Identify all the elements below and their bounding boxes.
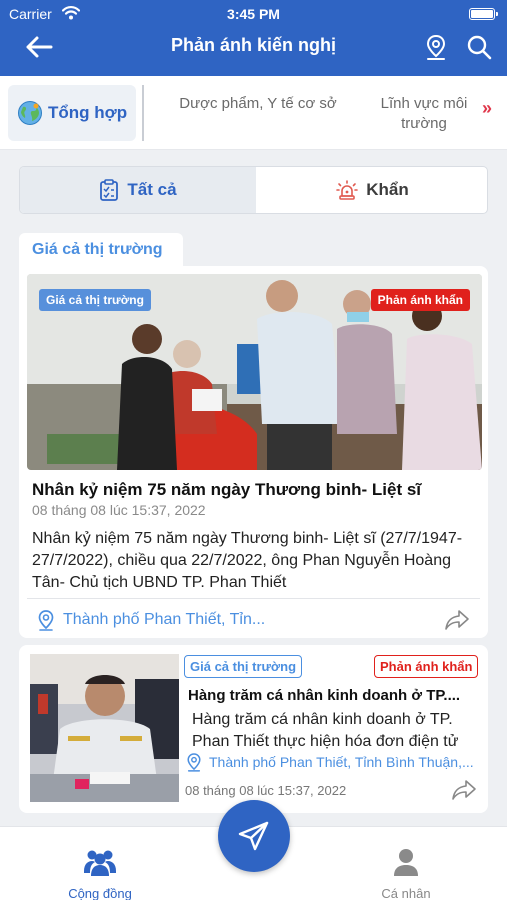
post-location-text: Thành phố Phan Thiết, Tỉn... (63, 611, 266, 628)
card-divider (27, 598, 480, 599)
category-tab-health[interactable]: Dược phẩm, Y tế cơ sở (178, 94, 338, 114)
post-card[interactable]: Giá cả thị trường Phản ánh khẩn Nhân kỷ … (19, 266, 488, 638)
tab-community-label: Cộng đồng (68, 886, 132, 900)
send-report-button[interactable] (218, 800, 290, 872)
tab-profile-label: Cá nhân (381, 886, 431, 900)
status-bar: Carrier 3:45 PM (0, 5, 507, 23)
post-card[interactable]: Giá cả thị trường Phản ánh khẩn Hàng tră… (19, 645, 488, 813)
category-badge: Giá cả thị trường (184, 655, 303, 678)
community-icon (84, 850, 116, 876)
post-photo (30, 654, 179, 802)
post-location-text: Thành phố Phan Thiết, Tỉnh Bình Thuận,..… (209, 754, 474, 770)
battery-icon (469, 8, 498, 20)
alarm-light-icon (336, 180, 359, 200)
category-label-overview: Tổng hợp (48, 103, 128, 122)
post-date: 08 tháng 08 lúc 15:37, 2022 (185, 783, 347, 798)
section-tab-market-price[interactable]: Giá cả thị trường (19, 233, 183, 267)
location-pin-icon (187, 753, 201, 772)
share-icon[interactable] (444, 609, 470, 631)
post-title[interactable]: Nhân kỷ niệm 75 năm ngày Thương binh- Li… (32, 480, 482, 500)
filter-segment: Tất cả Khẩn (19, 166, 488, 214)
search-icon[interactable] (466, 33, 492, 61)
category-bar: Tổng hợp Dược phẩm, Y tế cơ sở Lĩnh vực … (0, 76, 507, 150)
globe-icon (18, 101, 42, 125)
urgent-badge: Phản ánh khẩn (370, 289, 470, 311)
tab-profile[interactable]: Cá nhân (346, 847, 466, 900)
status-time: 3:45 PM (227, 6, 280, 22)
paper-plane-icon (238, 821, 269, 851)
post-location: Thành phố Phan Thiết, Tỉn... (37, 609, 265, 631)
category-badge: Giá cả thị trường (39, 289, 151, 311)
post-thumbnail-image (30, 654, 179, 802)
category-divider (142, 85, 144, 141)
tab-community[interactable]: Cộng đồng (40, 847, 160, 900)
app-header: Carrier 3:45 PM Phản ánh kiến nghị (0, 0, 507, 76)
post-location: Thành phố Phan Thiết, Tỉnh Bình Thuận,..… (186, 752, 482, 772)
clipboard-icon (100, 179, 119, 201)
post-description: Nhân kỷ niệm 75 năm ngày Thương binh- Li… (32, 530, 463, 591)
segment-all-label: Tất cả (127, 180, 177, 199)
post-description: Hàng trăm cá nhân kinh doanh ở TP. Phan … (192, 711, 459, 750)
segment-urgent-label: Khẩn (366, 180, 409, 199)
location-pin-icon (38, 610, 54, 631)
segment-urgent[interactable]: Khẩn (256, 167, 487, 213)
share-icon[interactable] (451, 779, 477, 801)
post-photo: Giá cả thị trường Phản ánh khẩn (27, 274, 482, 470)
post-title[interactable]: Hàng trăm cá nhân kinh doanh ở TP.... (188, 687, 480, 704)
post-date: 08 tháng 08 lúc 15:37, 2022 (32, 502, 206, 518)
category-tab-environment[interactable]: Lĩnh vực môi trường (356, 94, 492, 134)
location-pin-icon[interactable] (424, 33, 448, 61)
urgent-badge: Phản ánh khẩn (374, 655, 479, 678)
category-tab-overview[interactable]: Tổng hợp (8, 85, 136, 141)
segment-all[interactable]: Tất cả (20, 167, 256, 213)
category-more-icon[interactable]: » (482, 98, 492, 119)
person-icon (394, 849, 418, 876)
